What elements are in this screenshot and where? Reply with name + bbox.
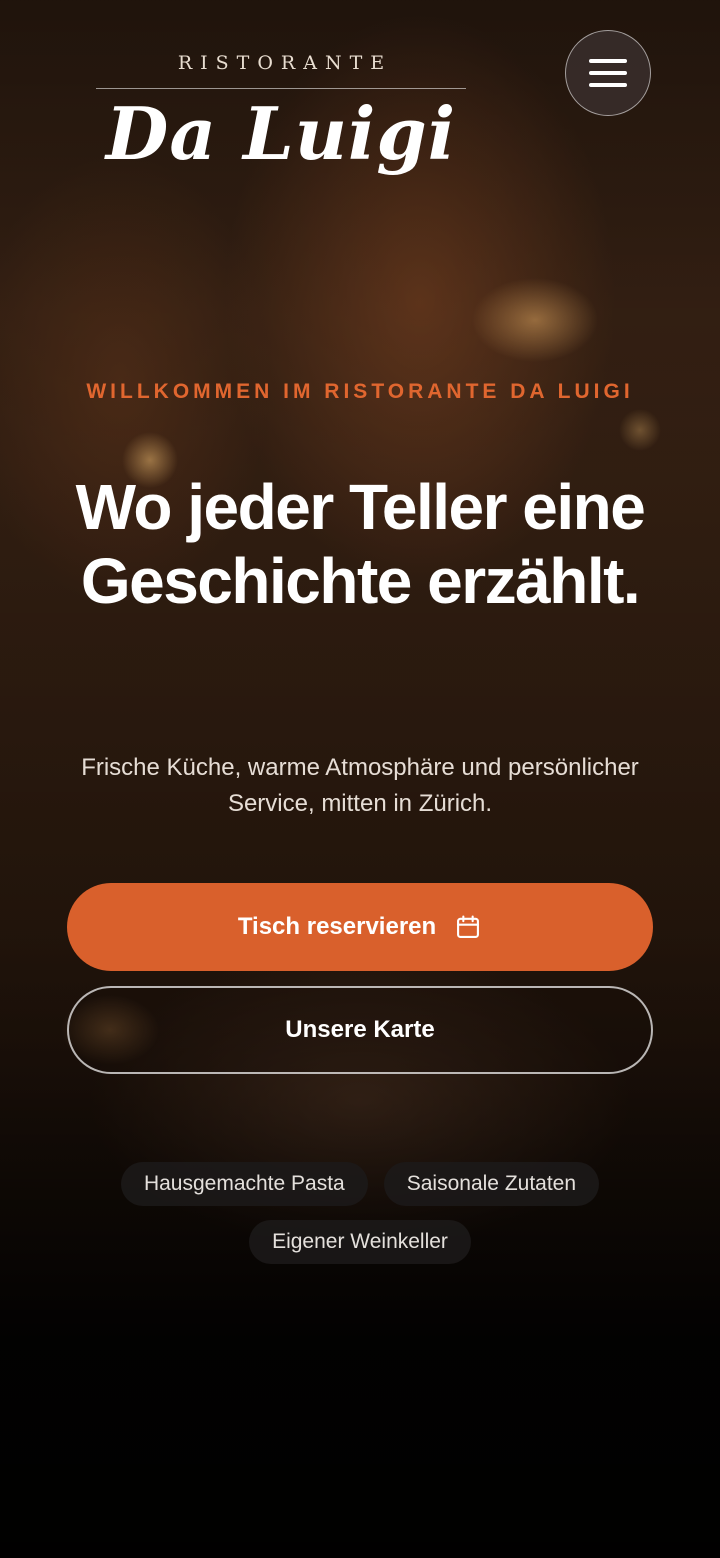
feature-chips: Hausgemachte Pasta Saisonale Zutaten Eig… xyxy=(60,1162,660,1264)
home-page: RISTORANTE Da Luigi WILLKOMMEN IM RISTOR… xyxy=(0,0,720,1558)
our-menu-label: Unsere Karte xyxy=(285,1016,435,1043)
feature-chip-ingredients: Saisonale Zutaten xyxy=(383,1162,600,1206)
hamburger-menu-icon xyxy=(589,58,627,88)
our-menu-button[interactable]: Unsere Karte xyxy=(67,986,653,1074)
reserve-table-button[interactable]: Tisch reservieren xyxy=(67,883,653,971)
logo-subtitle: RISTORANTE xyxy=(177,52,393,74)
feature-chip-pasta: Hausgemachte Pasta xyxy=(120,1162,368,1206)
menu-button[interactable] xyxy=(565,30,651,116)
hero-headline: Wo jeder Teller eine Geschichte erzählt. xyxy=(75,471,646,617)
hero-subtext: Frische Küche, warme Atmosphäre und pers… xyxy=(81,754,639,817)
reserve-table-label: Tisch reservieren xyxy=(237,913,437,940)
feature-chip-wine-cellar: Eigener Weinkeller xyxy=(249,1220,471,1264)
restaurant-logo[interactable]: RISTORANTE Da Luigi xyxy=(96,50,466,179)
hero-eyebrow: WILLKOMMEN IM RISTORANTE DA LUIGI xyxy=(86,380,634,403)
logo-name: Da Luigi xyxy=(105,91,457,176)
calendar-icon xyxy=(457,915,480,938)
